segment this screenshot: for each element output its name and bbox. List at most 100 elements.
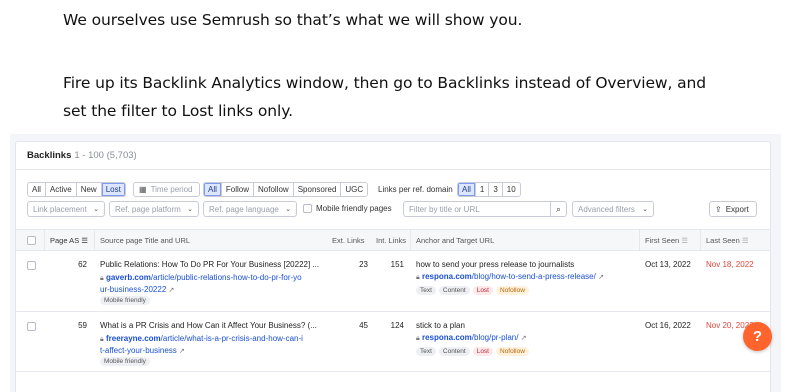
type-tab-follow[interactable]: Follow	[221, 183, 255, 196]
type-tab-all[interactable]: All	[204, 183, 222, 196]
target-path[interactable]: /blog/pr-plan/	[472, 333, 519, 342]
external-link-icon[interactable]: ↗	[169, 287, 175, 294]
source-path-cont[interactable]: t-affect-your-business	[100, 346, 177, 355]
source-domain[interactable]: gaverb.com	[106, 273, 151, 282]
time-period-button[interactable]: ▦ Time period	[133, 182, 200, 197]
per-domain-tabs: All 1 3 10	[457, 182, 521, 197]
type-tab-sponsored[interactable]: Sponsored	[293, 183, 342, 196]
target-url[interactable]: 🔒︎ respona.com/blog/how-to-send-a-press-…	[416, 272, 604, 282]
per-domain-tab-all[interactable]: All	[458, 183, 476, 196]
source-domain[interactable]: freerayne.com	[106, 334, 161, 343]
target-path[interactable]: /blog/how-to-send-a-press-release/	[472, 272, 596, 281]
column-first-seen[interactable]: First Seen ☰	[645, 236, 688, 245]
row-checkbox[interactable]	[27, 322, 36, 331]
column-page-as[interactable]: Page AS ☰	[50, 236, 88, 245]
lock-icon: 🔒︎	[100, 336, 104, 343]
ref-page-language-dropdown[interactable]: Ref. page language ⌄	[203, 201, 297, 217]
semrush-screenshot: Backlinks 1 - 100 (5,703) All Active New …	[10, 134, 781, 392]
source-path-cont[interactable]: ur-business-20222	[100, 285, 166, 294]
status-tab-active[interactable]: Active	[45, 183, 77, 196]
column-divider	[44, 230, 45, 250]
ext-links-value: 23	[359, 260, 368, 269]
type-tab-ugc[interactable]: UGC	[341, 183, 368, 196]
advanced-filters-label: Advanced filters	[578, 204, 635, 214]
column-divider	[410, 230, 411, 250]
table-row: 62 Public Relations: How To Do PR For Yo…	[16, 251, 770, 312]
status-tab-new[interactable]: New	[76, 183, 102, 196]
backlinks-count: 1 - 100 (5,703)	[74, 150, 137, 161]
source-url[interactable]: 🔒︎ freerayne.com/article/what-is-a-pr-cr…	[100, 333, 330, 357]
column-divider	[700, 230, 701, 250]
source-title[interactable]: Public Relations: How To Do PR For Your …	[100, 260, 325, 269]
target-url[interactable]: 🔒︎ respona.com/blog/pr-plan/ ↗	[416, 333, 527, 343]
table-header: Page AS ☰ Source page Title and URL Ext.…	[16, 229, 770, 251]
article-paragraph-2: Fire up its Backlink Analytics window, t…	[63, 74, 707, 120]
mobile-friendly-badge: Mobile friendly	[100, 356, 153, 366]
per-domain-tab-1[interactable]: 1	[475, 183, 490, 196]
source-path[interactable]: /article/public-relations-how-to-do-pr-f…	[151, 273, 302, 282]
anchor-text: stick to a plan	[416, 321, 465, 330]
first-seen-value: Oct 13, 2022	[645, 260, 691, 269]
type-tab-nofollow[interactable]: Nofollow	[254, 183, 294, 196]
export-button[interactable]: ⇪ Export	[709, 201, 757, 217]
backlinks-header: Backlinks 1 - 100 (5,703)	[27, 150, 137, 161]
status-tab-all[interactable]: All	[28, 183, 46, 196]
column-source: Source page Title and URL	[100, 236, 191, 245]
mobile-friendly-checkbox[interactable]	[303, 204, 312, 213]
external-link-icon[interactable]: ↗	[179, 348, 185, 355]
target-domain[interactable]: respona.com	[422, 333, 472, 342]
ref-page-language-label: Ref. page language	[209, 204, 279, 214]
link-placement-label: Link placement	[33, 204, 87, 214]
chevron-down-icon: ⌄	[93, 206, 99, 213]
article-paragraph-1: We ourselves use Semrush so that’s what …	[63, 11, 523, 29]
per-domain-label: Links per ref. domain	[378, 185, 453, 194]
last-seen-value: Nov 18, 2022	[706, 260, 754, 269]
first-seen-value: Oct 16, 2022	[645, 321, 691, 330]
source-url[interactable]: 🔒︎ gaverb.com/article/public-relations-h…	[100, 272, 330, 296]
header-divider	[16, 169, 770, 170]
search-placeholder: Filter by title or URL	[409, 204, 480, 214]
backlinks-panel: Backlinks 1 - 100 (5,703) All Active New …	[15, 141, 771, 392]
mobile-friendly-badge: Mobile friendly	[100, 295, 153, 305]
external-link-icon[interactable]: ↗	[521, 335, 527, 342]
chevron-down-icon: ⌄	[285, 206, 291, 213]
link-type-tabs: All Follow Nofollow Sponsored UGC	[203, 182, 369, 197]
tag-text: Text	[416, 347, 436, 356]
tag-content: Content	[438, 286, 470, 295]
source-title[interactable]: What is a PR Crisis and How Can it Affec…	[100, 321, 325, 330]
mobile-friendly-label: Mobile friendly pages	[316, 204, 392, 213]
sort-icon: ☰	[681, 236, 689, 245]
source-path[interactable]: /article/what-is-a-pr-crisis-and-how-can…	[161, 334, 303, 343]
select-all-checkbox[interactable]	[27, 236, 36, 245]
tag-text: Text	[416, 286, 436, 295]
target-domain[interactable]: respona.com	[422, 272, 472, 281]
per-domain-tab-3[interactable]: 3	[489, 183, 503, 196]
row-checkbox[interactable]	[27, 261, 36, 270]
status-tab-lost[interactable]: Lost	[101, 183, 125, 196]
external-link-icon[interactable]: ↗	[598, 274, 604, 281]
column-divider	[94, 230, 95, 250]
chevron-down-icon: ⌄	[187, 206, 193, 213]
lock-icon: 🔒︎	[416, 274, 420, 281]
page-as-value: 59	[78, 321, 87, 330]
link-placement-dropdown[interactable]: Link placement ⌄	[27, 201, 105, 217]
column-anchor: Anchor and Target URL	[416, 236, 495, 245]
search-input[interactable]: Filter by title or URL ⌕	[403, 201, 567, 217]
link-tags: Text Content Lost Nofollow	[416, 346, 532, 356]
ref-page-platform-label: Ref. page platform	[115, 204, 181, 214]
ref-page-platform-dropdown[interactable]: Ref. page platform ⌄	[109, 201, 199, 217]
anchor-text: how to send your press release to journa…	[416, 260, 575, 269]
advanced-filters-dropdown[interactable]: Advanced filters ⌄	[572, 201, 654, 217]
column-int-links[interactable]: Int. Links	[376, 236, 406, 245]
lock-icon: 🔒︎	[416, 335, 420, 342]
per-domain-tab-10[interactable]: 10	[502, 183, 520, 196]
link-tags: Text Content Lost Nofollow	[416, 285, 532, 295]
search-icon[interactable]: ⌕	[550, 202, 566, 216]
column-divider	[639, 230, 640, 250]
column-ext-links[interactable]: Ext. Links	[332, 236, 365, 245]
help-button[interactable]: ?	[743, 322, 772, 351]
status-tabs: All Active New Lost	[27, 182, 126, 197]
ext-links-value: 45	[359, 321, 368, 330]
column-last-seen[interactable]: Last Seen ☰	[706, 236, 749, 245]
table-row: 59 What is a PR Crisis and How Can it Af…	[16, 312, 770, 372]
